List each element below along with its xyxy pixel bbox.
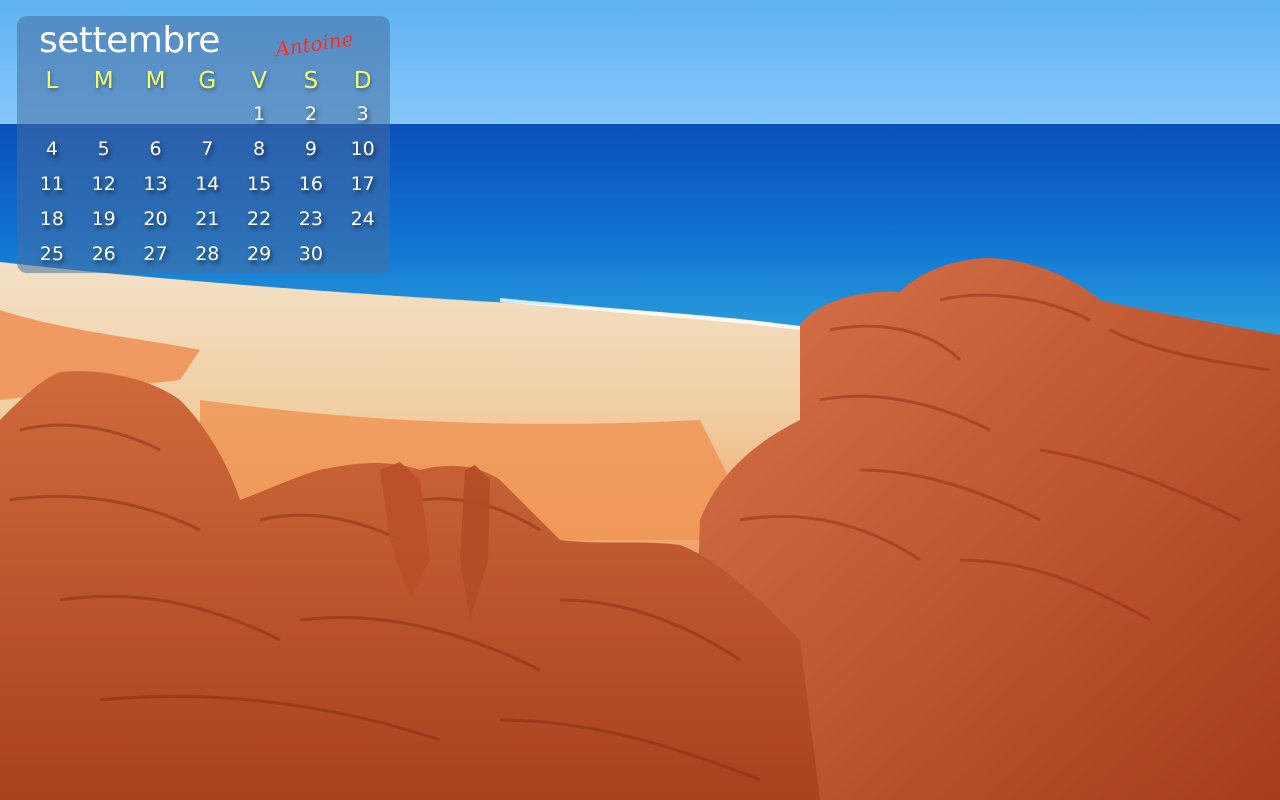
weekday-label: G: [198, 68, 217, 94]
day-cell: 6: [149, 137, 162, 160]
day-cell: 21: [195, 207, 220, 230]
week-row: 4 5 6 7 8 9 10: [17, 131, 390, 166]
day-cell: 25: [39, 242, 64, 265]
day-cell: 7: [201, 137, 214, 160]
day-cell: 14: [195, 172, 220, 195]
day-cell: 24: [350, 207, 375, 230]
weekday-label: S: [303, 68, 319, 94]
day-cell: 23: [298, 207, 323, 230]
day-cell: 19: [91, 207, 116, 230]
day-cell: 27: [143, 242, 168, 265]
day-cell: 11: [39, 172, 64, 195]
day-cell: 28: [195, 242, 220, 265]
calendar-panel: settembre Antoine L M M G V S D 1 2 3 4 …: [17, 16, 390, 273]
day-cell: 3: [356, 102, 369, 125]
day-cell: 12: [91, 172, 116, 195]
day-cell: 13: [143, 172, 168, 195]
day-cell: 1: [253, 102, 266, 125]
day-cell: 2: [304, 102, 317, 125]
day-cell: 18: [39, 207, 64, 230]
week-row: 11 12 13 14 15 16 17: [17, 166, 390, 201]
week-row: 25 26 27 28 29 30: [17, 236, 390, 271]
week-row: 18 19 20 21 22 23 24: [17, 201, 390, 236]
calendar-grid: L M M G V S D 1 2 3 4 5 6 7 8 9 10 11 12…: [17, 66, 390, 271]
month-title: settembre: [39, 20, 220, 61]
weekday-label: V: [251, 68, 267, 94]
weekday-label: M: [93, 68, 114, 94]
day-cell: 4: [45, 137, 58, 160]
day-cell: 22: [246, 207, 272, 230]
day-cell: 17: [350, 172, 375, 195]
weekday-label: L: [45, 68, 59, 94]
day-cell: 15: [246, 172, 272, 195]
weekday-header-row: L M M G V S D: [17, 66, 390, 96]
weekday-label: D: [353, 68, 372, 94]
day-cell: 8: [253, 137, 266, 160]
day-cell: 20: [143, 207, 168, 230]
day-cell: 26: [91, 242, 116, 265]
day-cell: 16: [298, 172, 323, 195]
day-cell: 29: [246, 242, 272, 265]
weekday-label: M: [145, 68, 166, 94]
day-cell: 9: [304, 137, 317, 160]
day-cell: 30: [298, 242, 323, 265]
week-row: 1 2 3: [17, 96, 390, 131]
signature-text: Antoine: [273, 26, 355, 62]
day-cell: 5: [97, 137, 110, 160]
day-cell: 10: [350, 137, 375, 160]
